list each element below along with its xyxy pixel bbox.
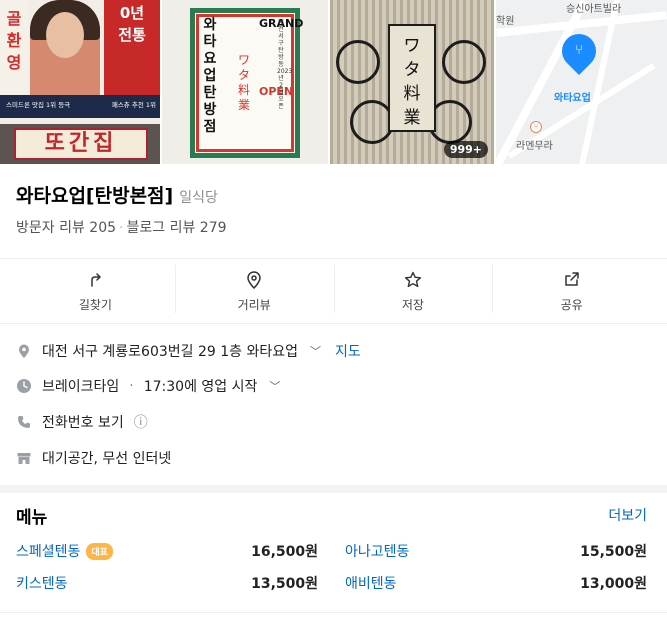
share-button[interactable]: 공유 — [492, 259, 651, 323]
amenities-text: 대기공간, 무선 인터넷 — [42, 451, 172, 467]
menu-title: 메뉴 — [16, 508, 48, 528]
clock-icon — [17, 379, 31, 393]
hours-separator: · — [129, 378, 134, 394]
share-icon — [564, 271, 579, 286]
map-label: 승신아트빌라 — [566, 4, 622, 15]
map-label: 학원 — [496, 16, 515, 27]
photo-1-face — [46, 12, 84, 58]
menu-item[interactable]: 애비텐동 13,000원 — [345, 573, 647, 593]
share-label: 공유 — [560, 297, 583, 312]
hours-row[interactable]: 브레이크타임 · 17:30에 영업 시작 ﹀ — [16, 376, 280, 396]
menu-more-link[interactable]: 더보기 — [608, 505, 647, 525]
blog-reviews-link[interactable]: 블로그 리뷰 279 — [126, 220, 226, 236]
menu-item[interactable]: 키스텐동 13,500원 — [16, 573, 318, 593]
photo-1-band-right: 패스츄 추천 1위 — [111, 101, 156, 109]
wave-motif-left — [336, 40, 380, 84]
menu-item-price: 13,000원 — [580, 576, 647, 592]
photo-3[interactable]: ワタ料業 999+ — [330, 0, 496, 164]
location-pin-icon — [247, 270, 261, 289]
save-label: 저장 — [401, 297, 424, 312]
poi-dot-icon: ⑂ — [530, 121, 542, 133]
map-pin-label: 와타요업 — [554, 93, 591, 104]
signature-badge: 대표 — [86, 542, 113, 560]
photo-strip[interactable]: 골환영 0년전통 스미드론 맛집 1위 등극 패스츄 추천 1위 또간집 와타요… — [0, 0, 667, 164]
place-name: 와타요업[탄방본점] — [16, 185, 174, 207]
directions-label: 길찾기 — [78, 297, 112, 312]
hours-status: 브레이크타임 — [42, 379, 120, 395]
star-icon — [404, 271, 421, 287]
photo-3-jp-text: ワタ料業 — [403, 36, 421, 128]
fork-knife-icon: ⑂ — [575, 43, 583, 58]
menu-item-name: 키스텐동 — [16, 576, 68, 592]
menu-item-price: 13,500원 — [251, 576, 318, 592]
amenities-row: 대기공간, 무선 인터넷 — [16, 448, 171, 468]
map-poi-label: 라멘무라 — [516, 141, 553, 152]
photo-1-right-text: 0년전통 — [118, 4, 146, 44]
menu-item-name: 아나고텐동 — [345, 544, 410, 560]
grand-open-poster: 와타요업탄방점 ワタ料業 GRAND OPEN 대전 서구 탄방동 2023년 … — [190, 8, 304, 158]
menu-item-price: 15,500원 — [580, 544, 647, 560]
chevron-down-icon[interactable]: ﹀ — [269, 378, 280, 394]
directions-button[interactable]: 길찾기 — [16, 259, 175, 323]
menu-item-name: 스페셜텐동 — [16, 544, 81, 560]
store-icon — [17, 453, 31, 464]
phone-row[interactable]: 전화번호 보기 ⓘ — [16, 412, 148, 432]
phone-icon — [18, 416, 30, 428]
map-thumbnail[interactable]: 승신아트빌라 학원 ⑂ 와타요업 ⑂ 라멘무라 — [496, 0, 667, 164]
divider — [0, 612, 667, 613]
map-link[interactable]: 지도 — [335, 341, 361, 361]
poster-jp-text: ワタ料業 — [237, 53, 250, 112]
menu-item-price: 16,500원 — [251, 544, 318, 560]
phone-text: 전화번호 보기 — [42, 415, 124, 431]
poster-sub-text: 대전 서구 탄방동 2023년 2월 오픈 — [277, 19, 293, 110]
street-view-button[interactable]: 거리뷰 — [174, 259, 334, 323]
hours-detail: 17:30에 영업 시작 — [143, 379, 258, 395]
poster-grand-text: GRAND — [259, 17, 304, 30]
save-button[interactable]: 저장 — [333, 259, 493, 323]
directions-icon — [91, 272, 102, 287]
divider — [0, 323, 667, 324]
info-icon[interactable]: ⓘ — [134, 412, 148, 432]
section-separator — [0, 485, 667, 493]
chevron-down-icon[interactable]: ﹀ — [310, 343, 321, 359]
wave-motif-right — [442, 40, 486, 84]
street-view-label: 거리뷰 — [237, 297, 271, 312]
review-summary: 방문자 리뷰 205 · 블로그 리뷰 279 — [16, 217, 227, 237]
photo-count-badge: 999+ — [443, 141, 488, 158]
photo-1-sign: 또간집 — [0, 124, 160, 164]
menu-item[interactable]: 아나고텐동 15,500원 — [345, 541, 647, 561]
place-category: 일식당 — [179, 190, 218, 206]
poster-title-vertical: 와타요업탄방점 — [203, 17, 217, 135]
photo-1-band: 스미드론 맛집 1위 등극 패스츄 추천 1위 — [0, 95, 160, 118]
location-pin-icon — [19, 344, 29, 358]
poster-open-text: OPEN — [259, 85, 294, 98]
menu-item-name: 애비텐동 — [345, 576, 397, 592]
photo-1-band-left: 스미드론 맛집 1위 등극 — [6, 101, 71, 109]
menu-item[interactable]: 스페셜텐동 대표 16,500원 — [16, 541, 318, 561]
review-separator: · — [119, 220, 124, 236]
address-text: 대전 서구 계룡로603번길 29 1층 와타요업 — [42, 344, 299, 360]
visitor-reviews-link[interactable]: 방문자 리뷰 205 — [16, 220, 116, 236]
photo-3-sign-card: ワタ料業 — [388, 24, 436, 132]
photo-1-left-text: 골환영 — [6, 9, 22, 72]
action-bar: 길찾기 거리뷰 저장 공유 — [16, 259, 651, 323]
photo-2[interactable]: 와타요업탄방점 ワタ料業 GRAND OPEN 대전 서구 탄방동 2023년 … — [162, 0, 330, 164]
address-row: 대전 서구 계룡로603번길 29 1층 와타요업 ﹀ 지도 — [16, 341, 361, 361]
photo-1-sign-text: 또간집 — [14, 128, 148, 160]
place-header: 와타요업[탄방본점] 일식당 — [16, 181, 218, 208]
photo-1[interactable]: 골환영 0년전통 스미드론 맛집 1위 등극 패스츄 추천 1위 또간집 — [0, 0, 162, 164]
